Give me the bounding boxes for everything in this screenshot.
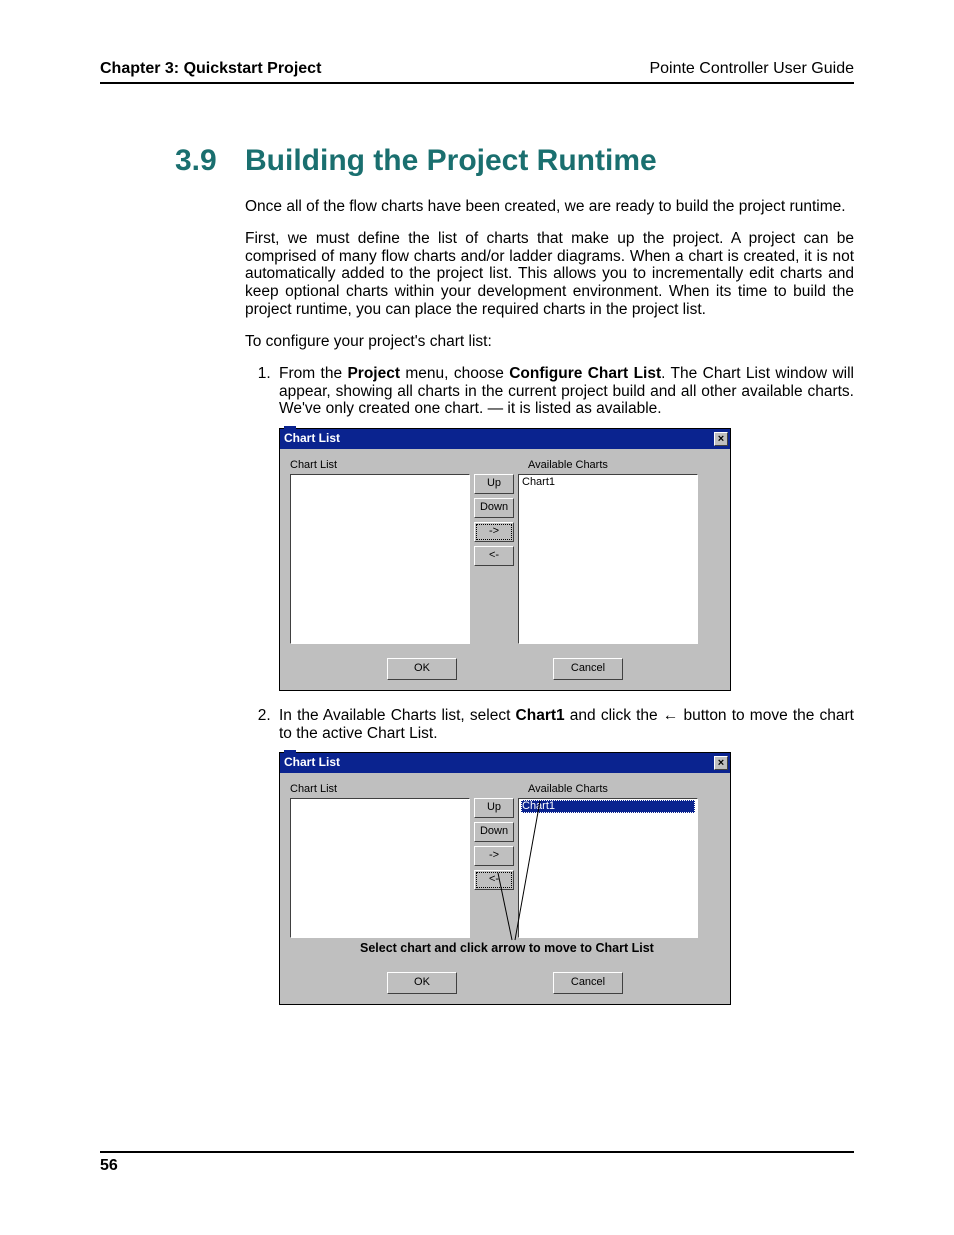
page-number: 56 [100, 1157, 118, 1174]
cancel-button[interactable]: Cancel [553, 972, 623, 994]
chart-list-dialog-2: Chart List × Chart List Available Charts [279, 752, 854, 1005]
section-heading: 3.9 Building the Project Runtime [100, 144, 854, 178]
chart-list-dialog-1: Chart List × Chart List Available Charts [279, 428, 854, 691]
up-button[interactable]: Up [474, 474, 514, 494]
down-button[interactable]: Down [474, 498, 514, 518]
move-right-button[interactable]: -> [474, 522, 514, 542]
chart-list-box[interactable] [290, 474, 470, 644]
close-icon[interactable]: × [714, 756, 728, 770]
cancel-button[interactable]: Cancel [553, 658, 623, 680]
ok-button[interactable]: OK [387, 972, 457, 994]
page-header: Chapter 3: Quickstart Project Pointe Con… [100, 60, 854, 84]
page-footer: 56 [100, 1151, 854, 1175]
available-charts-label: Available Charts [528, 459, 608, 472]
step-1: From the Project menu, choose Configure … [275, 365, 854, 691]
header-guide: Pointe Controller User Guide [649, 60, 854, 78]
paragraph: Once all of the flow charts have been cr… [245, 198, 854, 216]
dialog-title: Chart List [284, 432, 340, 446]
list-item[interactable]: Chart1 [521, 476, 695, 489]
dialog-titlebar: Chart List × [280, 429, 730, 449]
section-title: Building the Project Runtime [245, 144, 657, 178]
dialog-titlebar: Chart List × [280, 753, 730, 773]
section-number: 3.9 [175, 144, 245, 178]
dialog-title: Chart List [284, 756, 340, 770]
paragraph: First, we must define the list of charts… [245, 230, 854, 319]
chart-list-label: Chart List [290, 459, 480, 472]
ok-button[interactable]: OK [387, 658, 457, 680]
header-chapter: Chapter 3: Quickstart Project [100, 60, 321, 78]
annotation-lines [280, 773, 730, 973]
available-charts-box[interactable]: Chart1 [518, 474, 698, 644]
close-icon[interactable]: × [714, 432, 728, 446]
step-2: In the Available Charts list, select Cha… [275, 707, 854, 1005]
left-arrow-icon: ← [663, 707, 679, 724]
paragraph: To configure your project's chart list: [245, 333, 854, 351]
move-left-button[interactable]: <- [474, 546, 514, 566]
